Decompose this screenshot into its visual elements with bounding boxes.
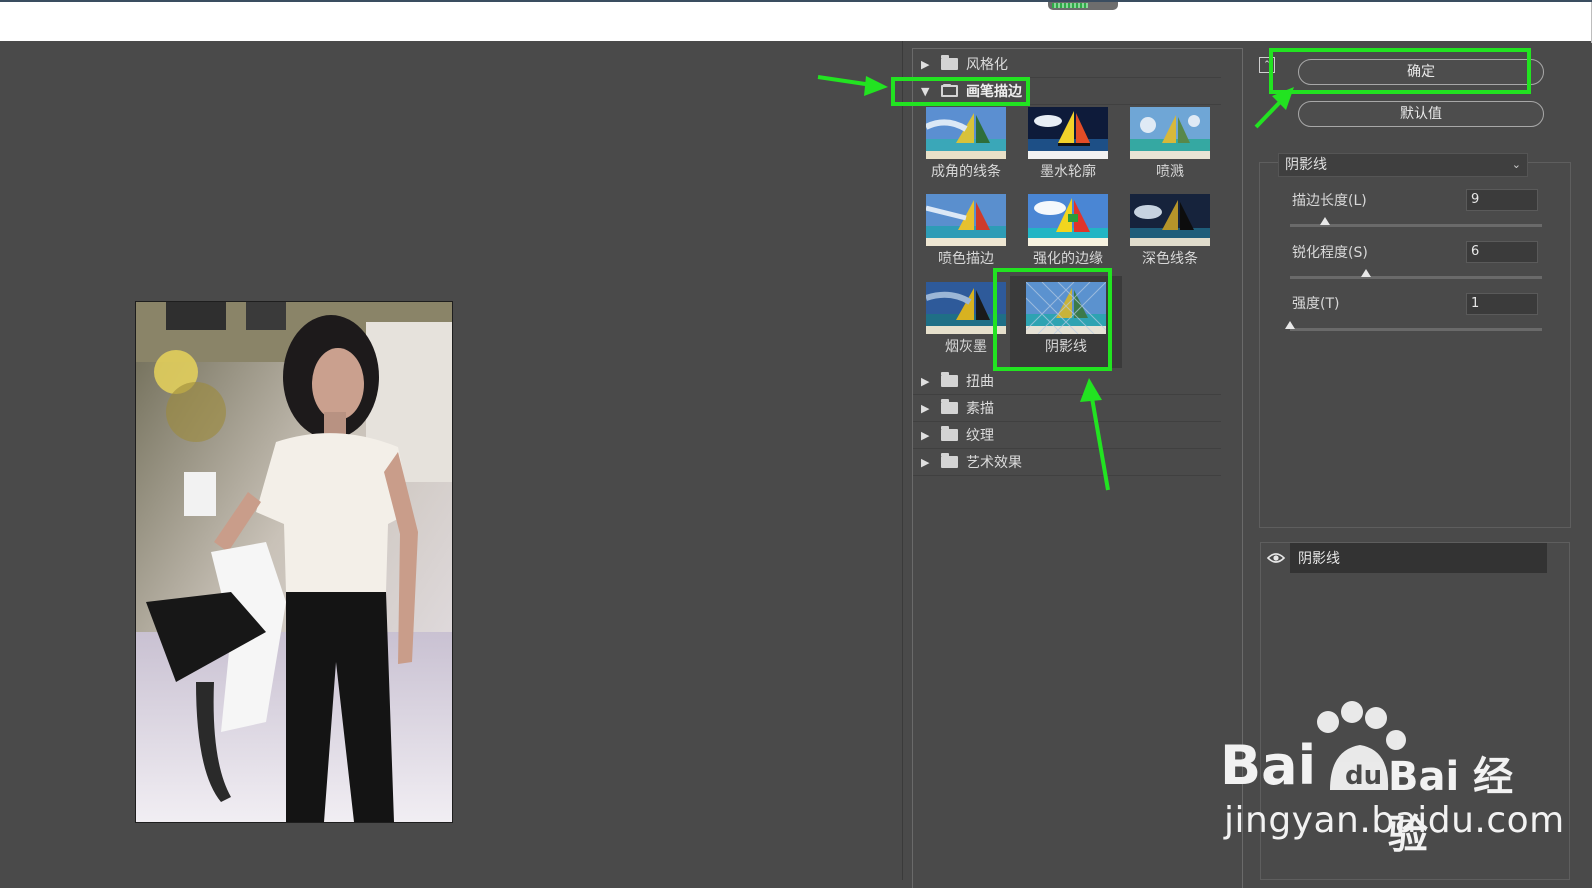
watermark-url: jingyan.baidu.com	[1224, 800, 1565, 841]
svg-text:du: du	[1345, 761, 1382, 791]
svg-text:Bai: Bai	[1220, 734, 1316, 797]
